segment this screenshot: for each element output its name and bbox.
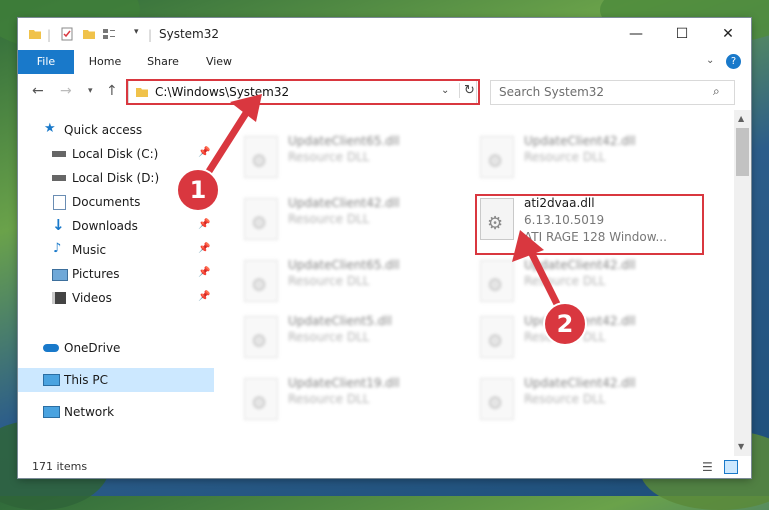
- callout-step-1: 1: [176, 168, 220, 212]
- callout-step-2: 2: [543, 302, 587, 346]
- annotation-arrows: [202, 94, 564, 314]
